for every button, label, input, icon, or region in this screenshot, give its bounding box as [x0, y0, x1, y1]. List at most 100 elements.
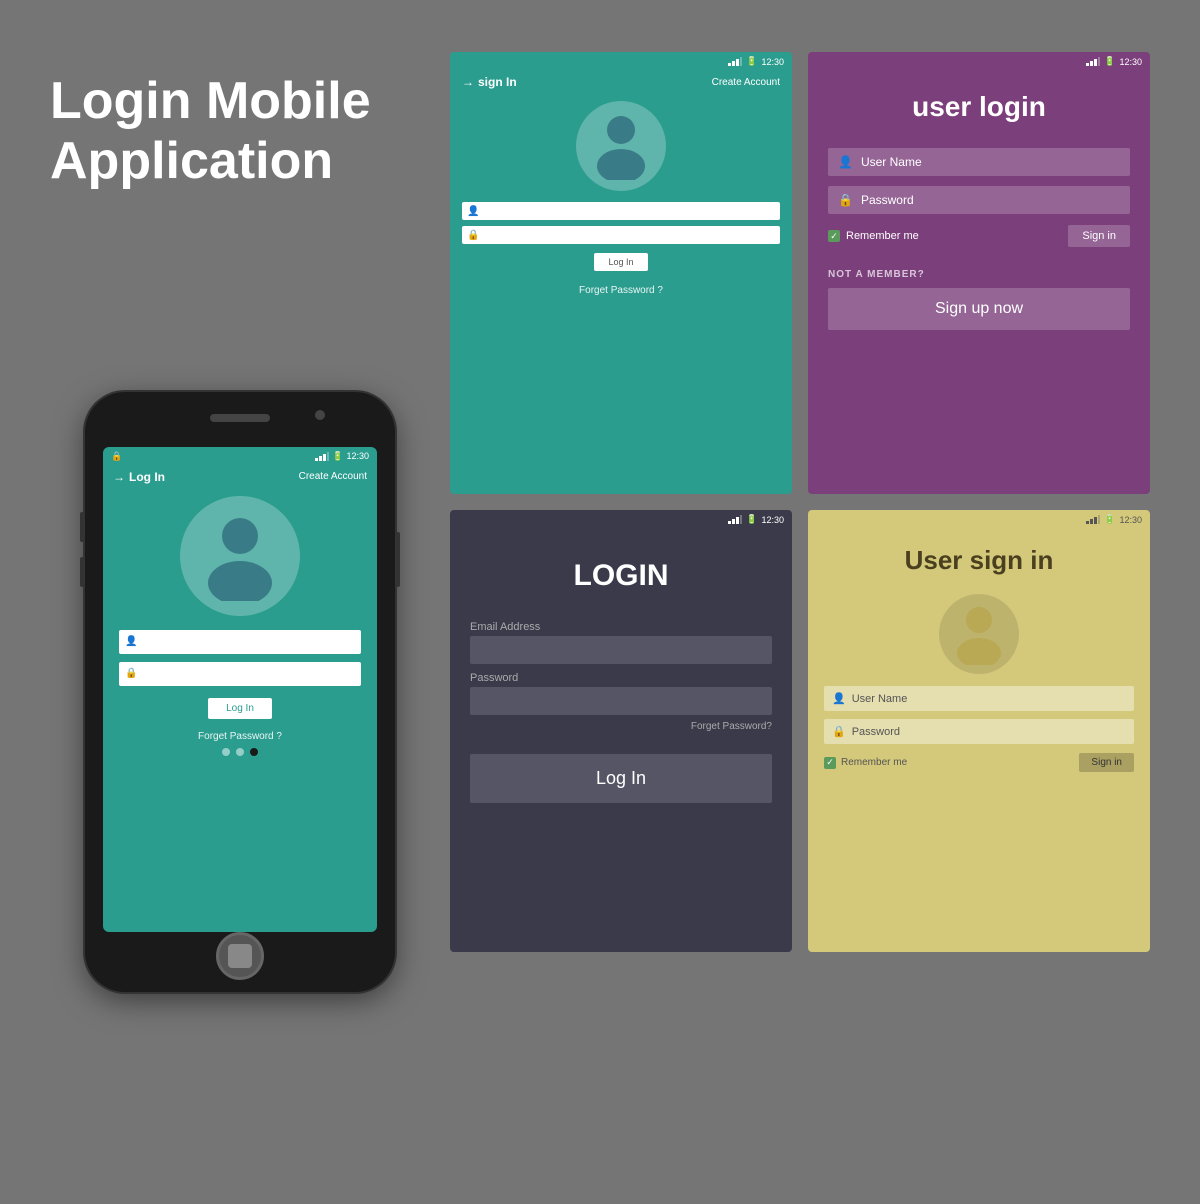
dark-password-input[interactable] [470, 687, 772, 715]
teal-lock-icon: 🔒 [467, 230, 479, 241]
phone-battery-icon: 🔋 [332, 451, 343, 462]
phone-camera [315, 410, 325, 420]
purple-not-member: NOT A MEMBER? [828, 269, 1130, 280]
yellow-title: User sign in [808, 529, 1150, 586]
yellow-battery-icon: 🔋 [1104, 514, 1115, 525]
teal-avatar-circle [576, 101, 666, 191]
purple-lock-icon: 🔒 [838, 193, 853, 207]
purple-signin-button[interactable]: Sign in [1068, 225, 1130, 247]
phone-create-account[interactable]: Create Account [299, 471, 367, 482]
teal-signin-nav: → sign In [462, 75, 517, 89]
volume-down-button[interactable] [80, 557, 84, 587]
yellow-remember-label: Remember me [841, 757, 907, 768]
phone-status-bar: 🔒 🔋 12:30 [103, 447, 377, 466]
yellow-remember-row: ✓ Remember me Sign in [824, 753, 1134, 772]
teal-signal-icon [728, 57, 742, 66]
volume-up-button[interactable] [80, 512, 84, 542]
phone-time: 12:30 [346, 451, 369, 461]
purple-user-icon: 👤 [838, 155, 853, 169]
dark-title: LOGIN [450, 529, 792, 613]
dark-time: 12:30 [761, 515, 784, 525]
teal-login-button[interactable]: Log In [594, 253, 647, 271]
power-button[interactable] [396, 532, 400, 587]
purple-remember-row: ✓ Remember me Sign in [828, 225, 1130, 247]
yellow-password-label: Password [852, 726, 900, 738]
yellow-avatar-circle [939, 594, 1019, 674]
teal-time: 12:30 [761, 57, 784, 67]
yellow-avatar-icon [952, 603, 1006, 665]
yellow-status-bar: 🔋 12:30 [808, 510, 1150, 529]
panel-teal: 🔋 12:30 → sign In Create Account 👤 [450, 52, 792, 494]
teal-password-row: 🔒 [462, 226, 780, 244]
phone-dot-3 [250, 748, 258, 756]
phone-avatar-icon [200, 511, 280, 601]
phone-login-label: Log In [129, 470, 165, 484]
phone-home-button[interactable] [216, 932, 264, 980]
purple-remember-label: Remember me [846, 230, 919, 242]
dark-email-label: Email Address [470, 621, 772, 633]
page-title: Login Mobile Application [50, 72, 430, 192]
panel-purple: 🔋 12:30 user login 👤 User Name 🔒 Passwor… [808, 52, 1150, 494]
phone-login-button[interactable]: Log In [208, 698, 272, 719]
title-section: Login Mobile Application [50, 52, 430, 212]
yellow-password-row: 🔒 Password [824, 719, 1134, 744]
dark-email-input[interactable] [470, 636, 772, 664]
panels-right: 🔋 12:30 → sign In Create Account 👤 [450, 52, 1150, 952]
phone-mockup: 🔒 🔋 12:30 [50, 392, 430, 992]
phone-signal-icon [315, 452, 329, 461]
teal-battery-icon: 🔋 [746, 56, 757, 67]
phone-nav: → Log In Create Account [103, 466, 377, 490]
teal-username-row: 👤 [462, 202, 780, 220]
panel-dark: 🔋 12:30 LOGIN Email Address Password For… [450, 510, 792, 952]
phone-avatar-circle [180, 496, 300, 616]
purple-time: 12:30 [1119, 57, 1142, 67]
teal-forget-password[interactable]: Forget Password ? [450, 285, 792, 306]
purple-checkbox[interactable]: ✓ [828, 230, 840, 242]
phone-teal-screen: 🔒 🔋 12:30 [103, 447, 377, 932]
teal-create-account[interactable]: Create Account [712, 77, 780, 88]
phone-forget-password[interactable]: Forget Password ? [103, 731, 377, 742]
yellow-signal-icon [1086, 515, 1100, 524]
phone-screen: 🔒 🔋 12:30 [103, 447, 377, 932]
dark-battery-icon: 🔋 [746, 514, 757, 525]
panel-yellow: 🔋 12:30 User sign in 👤 User Name 🔒 Passw… [808, 510, 1150, 952]
phone-password-input[interactable] [143, 666, 355, 682]
yellow-user-icon: 👤 [832, 692, 846, 705]
phone-page-dots [103, 748, 377, 756]
purple-signup-button[interactable]: Sign up now [828, 288, 1130, 330]
teal-user-icon: 👤 [467, 206, 479, 217]
teal-signin-label: sign In [478, 75, 517, 89]
purple-battery-icon: 🔋 [1104, 56, 1115, 67]
teal-arrow-icon: → [462, 75, 474, 89]
teal-avatar-icon [591, 112, 651, 180]
teal-nav: → sign In Create Account [450, 71, 792, 97]
phone-outer: 🔒 🔋 12:30 [85, 392, 395, 992]
phone-lock-field-icon: 🔒 [125, 668, 137, 679]
purple-username-row: 👤 User Name [828, 148, 1130, 176]
purple-username-label: User Name [861, 155, 922, 169]
yellow-checkbox[interactable]: ✓ [824, 757, 836, 769]
dark-signal-icon [728, 515, 742, 524]
phone-dot-2 [236, 748, 244, 756]
phone-dot-1 [222, 748, 230, 756]
phone-arrow-icon: → [113, 470, 125, 484]
phone-username-row: 👤 [119, 630, 361, 654]
phone-login-nav: → Log In [113, 470, 165, 484]
phone-speaker [210, 414, 270, 422]
yellow-username-row: 👤 User Name [824, 686, 1134, 711]
phone-username-input[interactable] [143, 634, 355, 650]
yellow-lock-icon: 🔒 [832, 725, 846, 738]
yellow-username-label: User Name [852, 693, 908, 705]
dark-forget-password[interactable]: Forget Password? [470, 721, 772, 732]
purple-password-label: Password [861, 193, 914, 207]
dark-login-button[interactable]: Log In [470, 754, 772, 803]
phone-user-icon: 👤 [125, 636, 137, 647]
purple-remember-left: ✓ Remember me [828, 230, 919, 242]
main-container: Login Mobile Application 🔒 [50, 52, 1150, 1152]
phone-home-button-inner [228, 944, 252, 968]
dark-password-label: Password [470, 672, 772, 684]
purple-signal-icon [1086, 57, 1100, 66]
teal-username-input[interactable] [484, 205, 775, 217]
teal-password-input[interactable] [484, 229, 775, 241]
yellow-signin-button[interactable]: Sign in [1079, 753, 1134, 772]
